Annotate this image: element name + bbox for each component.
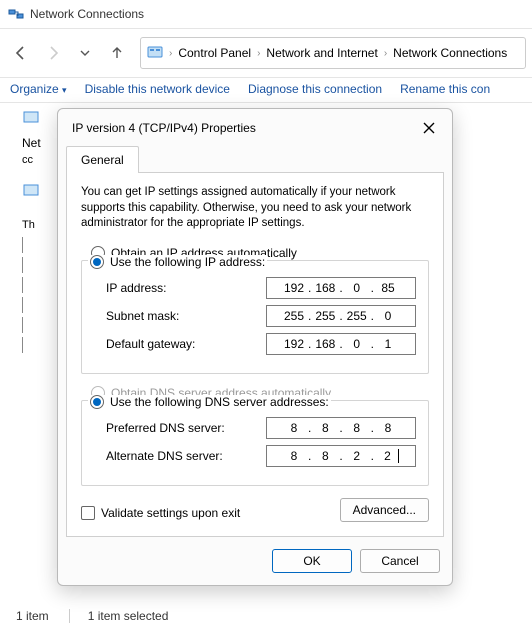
bg-list-fragment — [22, 237, 62, 353]
window-title-bar: Network Connections — [0, 0, 532, 28]
preferred-dns-input[interactable]: 8.8.8.8 — [266, 417, 416, 439]
status-bar: 1 item 1 item selected — [16, 609, 168, 623]
default-gateway-input[interactable]: 192.168.0.1 — [266, 333, 416, 355]
window-title-text: Network Connections — [30, 7, 144, 21]
selected-count: 1 item selected — [69, 609, 169, 623]
ip-address-label: IP address: — [106, 281, 166, 295]
crumb-network-internet[interactable]: Network and Internet — [266, 46, 377, 60]
dns-group: Use the following DNS server addresses: … — [81, 400, 429, 486]
chevron-right-icon: › — [169, 48, 172, 59]
dialog-title-text: IP version 4 (TCP/IPv4) Properties — [72, 121, 256, 135]
validate-label: Validate settings upon exit — [101, 506, 240, 520]
up-button[interactable] — [102, 38, 132, 68]
bg-cc-label: cc — [22, 154, 62, 166]
crumb-control-panel[interactable]: Control Panel — [178, 46, 251, 60]
command-bar: Organize ▾ Disable this network device D… — [0, 78, 532, 102]
radio-manual-dns[interactable]: Use the following DNS server addresses: — [88, 395, 331, 409]
dialog-title-bar: IP version 4 (TCP/IPv4) Properties — [58, 109, 452, 145]
breadcrumb[interactable]: › Control Panel › Network and Internet ›… — [140, 37, 526, 69]
ip-address-input[interactable]: 192.168.0.85 — [266, 277, 416, 299]
control-panel-icon — [147, 44, 163, 63]
description-text: You can get IP settings assigned automat… — [81, 185, 429, 232]
radio-manual-dns-label: Use the following DNS server addresses: — [110, 395, 329, 409]
radio-icon — [90, 395, 104, 409]
subnet-mask-input[interactable]: 255.255.255.0 — [266, 305, 416, 327]
close-button[interactable] — [418, 117, 440, 139]
preferred-dns-label: Preferred DNS server: — [106, 421, 225, 435]
network-connections-icon — [8, 6, 24, 22]
checkbox-icon — [81, 506, 95, 520]
subnet-mask-label: Subnet mask: — [106, 309, 179, 323]
ip-group: Use the following IP address: IP address… — [81, 260, 429, 374]
tab-strip: General — [58, 145, 452, 172]
radio-manual-ip[interactable]: Use the following IP address: — [88, 255, 267, 269]
dialog-button-row: OK Cancel — [58, 545, 452, 585]
rename-cmd[interactable]: Rename this con — [400, 82, 490, 96]
chevron-right-icon: › — [257, 48, 260, 59]
radio-manual-ip-label: Use the following IP address: — [110, 255, 265, 269]
forward-button[interactable] — [38, 38, 68, 68]
tab-panel-general: You can get IP settings assigned automat… — [66, 172, 444, 537]
disable-device-cmd[interactable]: Disable this network device — [85, 82, 230, 96]
cancel-button[interactable]: Cancel — [360, 549, 440, 573]
back-button[interactable] — [6, 38, 36, 68]
advanced-button[interactable]: Advanced... — [340, 498, 429, 522]
crumb-network-connections[interactable]: Network Connections — [393, 46, 507, 60]
radio-icon — [90, 255, 104, 269]
ok-button[interactable]: OK — [272, 549, 352, 573]
validate-checkbox[interactable]: Validate settings upon exit — [81, 506, 240, 520]
bg-th-label: Th — [22, 219, 62, 231]
alternate-dns-label: Alternate DNS server: — [106, 449, 223, 463]
default-gateway-label: Default gateway: — [106, 337, 195, 351]
organize-menu[interactable]: Organize ▾ — [10, 82, 67, 96]
diagnose-cmd[interactable]: Diagnose this connection — [248, 82, 382, 96]
bg-net-label: Net — [22, 136, 62, 150]
nav-toolbar: › Control Panel › Network and Internet ›… — [0, 29, 532, 77]
chevron-right-icon: › — [384, 48, 387, 59]
item-count: 1 item — [16, 609, 49, 623]
tab-general[interactable]: General — [66, 146, 139, 173]
alternate-dns-input[interactable]: 8.8.2.2 — [266, 445, 416, 467]
recent-dropdown[interactable] — [70, 38, 100, 68]
ipv4-properties-dialog: IP version 4 (TCP/IPv4) Properties Gener… — [57, 108, 453, 586]
adapter-icon — [22, 109, 40, 125]
adapter-icon — [22, 182, 40, 198]
